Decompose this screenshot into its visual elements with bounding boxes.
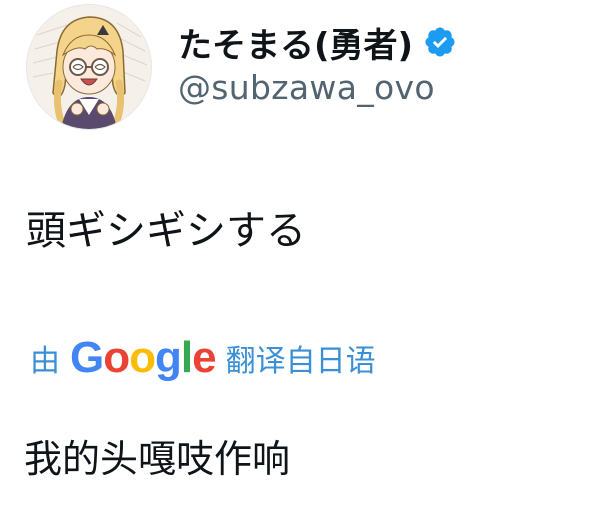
name-row: たそまる(勇者) bbox=[178, 16, 457, 68]
google-logo-letter: o bbox=[103, 333, 130, 382]
translated-by-label: 由 bbox=[30, 344, 60, 379]
google-logo-letter: l bbox=[180, 333, 193, 382]
translated-text: 我的头嘎吱作响 bbox=[24, 437, 291, 481]
google-logo-letter: e bbox=[192, 333, 217, 382]
display-name[interactable]: たそまる(勇者) bbox=[178, 18, 413, 67]
avatar[interactable] bbox=[26, 4, 152, 130]
user-handle[interactable]: @subzawa_ovo bbox=[178, 68, 435, 107]
google-logo-link[interactable]: Google bbox=[70, 333, 217, 382]
google-logo-letter: G bbox=[70, 333, 104, 382]
google-logo-letter: o bbox=[129, 333, 156, 382]
translation-attribution: 由 Google 翻译自日语 bbox=[30, 334, 376, 382]
tweet-header: たそまる(勇者) @subzawa_ovo bbox=[26, 4, 586, 134]
avatar-image bbox=[27, 5, 151, 129]
tweet-text: 頭ギシギシする bbox=[26, 208, 306, 254]
translated-from-link[interactable]: 翻译自日语 bbox=[226, 336, 376, 380]
google-logo-letter: g bbox=[155, 333, 182, 382]
tweet-card: たそまる(勇者) @subzawa_ovo 頭ギシギシする 由 Google 翻… bbox=[0, 0, 596, 516]
verified-badge-icon bbox=[423, 25, 457, 59]
